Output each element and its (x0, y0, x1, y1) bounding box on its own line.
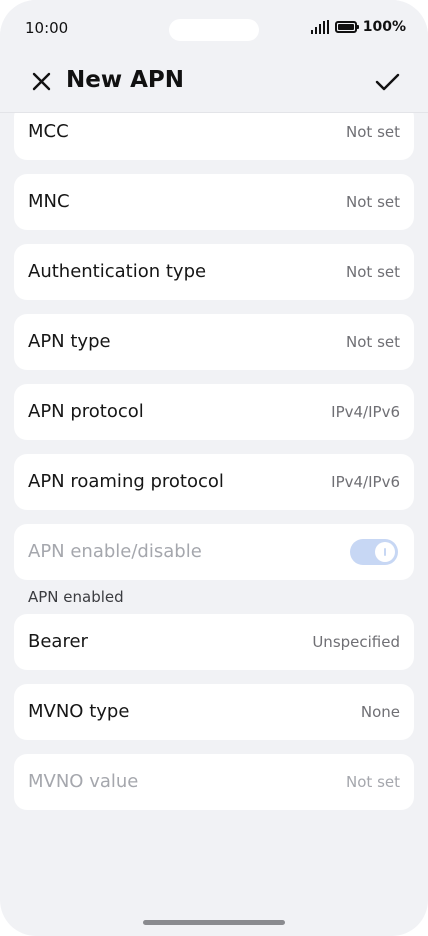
row-label: APN type (28, 331, 111, 352)
row-label: APN protocol (28, 401, 144, 422)
page-title: New APN (66, 67, 185, 93)
row-mvno-value: MVNO value Not set (14, 754, 414, 810)
toggle-knob (375, 542, 395, 562)
row-apn-protocol[interactable]: APN protocol IPv4/IPv6 (14, 384, 414, 440)
row-mvno-type[interactable]: MVNO type None (14, 684, 414, 740)
row-authentication-type[interactable]: Authentication type Not set (14, 244, 414, 300)
battery-percentage: 100% (362, 19, 406, 35)
row-apn-roaming-protocol[interactable]: APN roaming protocol IPv4/IPv6 (14, 454, 414, 510)
row-apn-enable-disable: APN enable/disable (14, 524, 414, 580)
row-label: MVNO value (28, 771, 139, 792)
row-value: IPv4/IPv6 (331, 473, 400, 491)
status-bar: 10:00 100% (0, 0, 428, 58)
apn-settings-list: MCC Not set MNC Not set Authentication t… (14, 104, 414, 824)
row-value: Not set (346, 263, 400, 281)
status-time: 10:00 (25, 19, 69, 37)
row-value: Not set (346, 333, 400, 351)
row-label: Authentication type (28, 261, 207, 282)
row-value: Unspecified (312, 633, 400, 651)
apn-enabled-hint: APN enabled (28, 588, 124, 606)
row-value: Not set (346, 123, 400, 141)
home-indicator[interactable] (143, 920, 285, 925)
close-button[interactable] (28, 68, 56, 96)
app-bar: New APN (0, 58, 428, 113)
row-bearer[interactable]: Bearer Unspecified (14, 614, 414, 670)
close-icon (32, 72, 51, 91)
status-icons: 100% (310, 19, 406, 35)
row-value: Not set (346, 193, 400, 211)
row-value: IPv4/IPv6 (331, 403, 400, 421)
row-mnc[interactable]: MNC Not set (14, 174, 414, 230)
row-label: APN roaming protocol (28, 471, 224, 492)
phone-screen: 10:00 100% New APN MCC Not set MNC Not s… (0, 0, 428, 936)
row-apn-type[interactable]: APN type Not set (14, 314, 414, 370)
row-label: Bearer (28, 631, 88, 652)
save-button[interactable] (372, 68, 402, 96)
camera-notch (169, 19, 259, 41)
row-label: MVNO type (28, 701, 130, 722)
apn-enable-toggle (350, 539, 398, 565)
row-label: APN enable/disable (28, 541, 202, 562)
row-label: MCC (28, 121, 69, 142)
row-value: Not set (346, 773, 400, 791)
row-value: None (360, 703, 400, 721)
check-icon (375, 73, 400, 91)
battery-icon (334, 21, 359, 33)
signal-icon (310, 20, 329, 34)
row-label: MNC (28, 191, 70, 212)
